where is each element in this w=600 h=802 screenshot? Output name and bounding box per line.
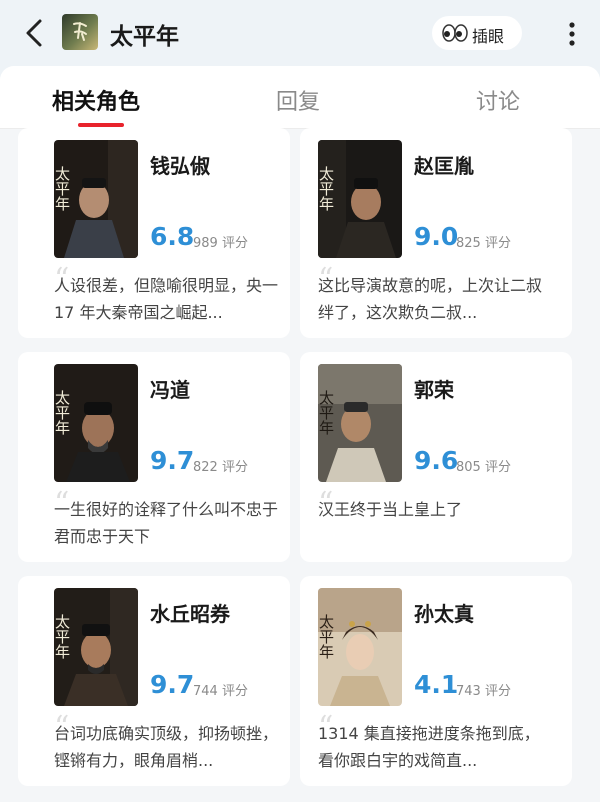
top-bar: 太平年 插眼 xyxy=(0,0,600,66)
review-snippet: 汉王终于当上皇上了 xyxy=(318,500,463,519)
tab-related-characters[interactable]: 相关角色 xyxy=(52,84,140,116)
poster-title: 太平年 xyxy=(54,390,71,435)
character-poster: 太平年 xyxy=(318,140,402,258)
rating-count: 743 评分 xyxy=(456,684,511,699)
character-name: 赵匡胤 xyxy=(414,154,474,178)
rating-count: 989 评分 xyxy=(193,236,248,251)
tab-bar: 相关角色 回复 讨论 xyxy=(0,66,600,129)
character-score: 4.1 xyxy=(414,670,459,699)
character-name: 钱弘俶 xyxy=(150,154,210,178)
character-card[interactable]: 太平年 郭荣 9.6 805 评分 “ 汉王终于当上皇上了 xyxy=(300,352,572,562)
character-card[interactable]: 太平年 水丘昭券 9.7 744 评分 “ 台词功底确实顶级，抑扬顿挫，铿锵有力… xyxy=(18,576,290,786)
active-tab-indicator xyxy=(78,123,124,127)
tab-replies[interactable]: 回复 xyxy=(276,84,320,116)
character-score: 6.8 xyxy=(150,222,195,251)
character-card[interactable]: 太平年 钱弘俶 6.8 989 评分 “ 人设很差，但隐喻很明显，央一 17 年… xyxy=(18,128,290,338)
rating-count: 822 评分 xyxy=(193,460,248,475)
review-snippet: 这比导演故意的呢，上次让二叔绊了，这次欺负二叔... xyxy=(318,276,543,322)
tab-discussion[interactable]: 讨论 xyxy=(476,84,520,116)
review-snippet: 人设很差，但隐喻很明显，央一 17 年大秦帝国之崛起... xyxy=(54,276,279,322)
character-card[interactable]: 太平年 孙太真 4.1 743 评分 “ 1314 集直接拖进度条拖到底，看你跟… xyxy=(300,576,572,786)
bookmark-label: 插眼 xyxy=(472,27,505,46)
rating-count: 805 评分 xyxy=(456,460,511,475)
character-name: 孙太真 xyxy=(414,602,474,626)
character-name: 郭荣 xyxy=(414,378,454,402)
page-title: 太平年 xyxy=(110,24,179,50)
poster-title: 太平年 xyxy=(318,390,335,435)
rating-count: 744 评分 xyxy=(193,684,248,699)
more-options-icon[interactable] xyxy=(562,18,582,50)
character-poster: 太平年 xyxy=(54,140,138,258)
content-panel: 相关角色 回复 讨论 太平年 钱弘俶 6.8 989 评分 “ 人设很差，但隐喻… xyxy=(0,66,600,802)
character-score: 9.0 xyxy=(414,222,459,251)
character-poster: 太平年 xyxy=(318,364,402,482)
character-card[interactable]: 太平年 冯道 9.7 822 评分 “ 一生很好的诠释了什么叫不忠于君而忠于天下 xyxy=(18,352,290,562)
character-poster: 太平年 xyxy=(318,588,402,706)
character-name: 水丘昭券 xyxy=(150,602,230,626)
back-arrow-icon[interactable] xyxy=(22,17,48,49)
poster-title: 太平年 xyxy=(318,166,335,211)
review-snippet: 台词功底确实顶级，抑扬顿挫，铿锵有力，眼角眉梢... xyxy=(54,724,279,770)
eyes-icon xyxy=(442,24,468,42)
character-score: 9.6 xyxy=(414,446,459,475)
rating-count: 825 评分 xyxy=(456,236,511,251)
review-snippet: 一生很好的诠释了什么叫不忠于君而忠于天下 xyxy=(54,500,279,546)
poster-title: 太平年 xyxy=(54,614,71,659)
character-card[interactable]: 太平年 赵匡胤 9.0 825 评分 “ 这比导演故意的呢，上次让二叔绊了，这次… xyxy=(300,128,572,338)
poster-title: 太平年 xyxy=(54,166,71,211)
character-name: 冯道 xyxy=(150,378,190,402)
character-score: 9.7 xyxy=(150,670,195,699)
review-snippet: 1314 集直接拖进度条拖到底，看你跟白宇的戏简直... xyxy=(318,724,540,770)
show-thumbnail[interactable] xyxy=(62,14,98,50)
character-poster: 太平年 xyxy=(54,364,138,482)
calligraphy-mark-icon xyxy=(73,22,87,41)
bookmark-chip[interactable]: 插眼 xyxy=(432,16,522,50)
character-poster: 太平年 xyxy=(54,588,138,706)
character-score: 9.7 xyxy=(150,446,195,475)
poster-title: 太平年 xyxy=(318,614,335,659)
